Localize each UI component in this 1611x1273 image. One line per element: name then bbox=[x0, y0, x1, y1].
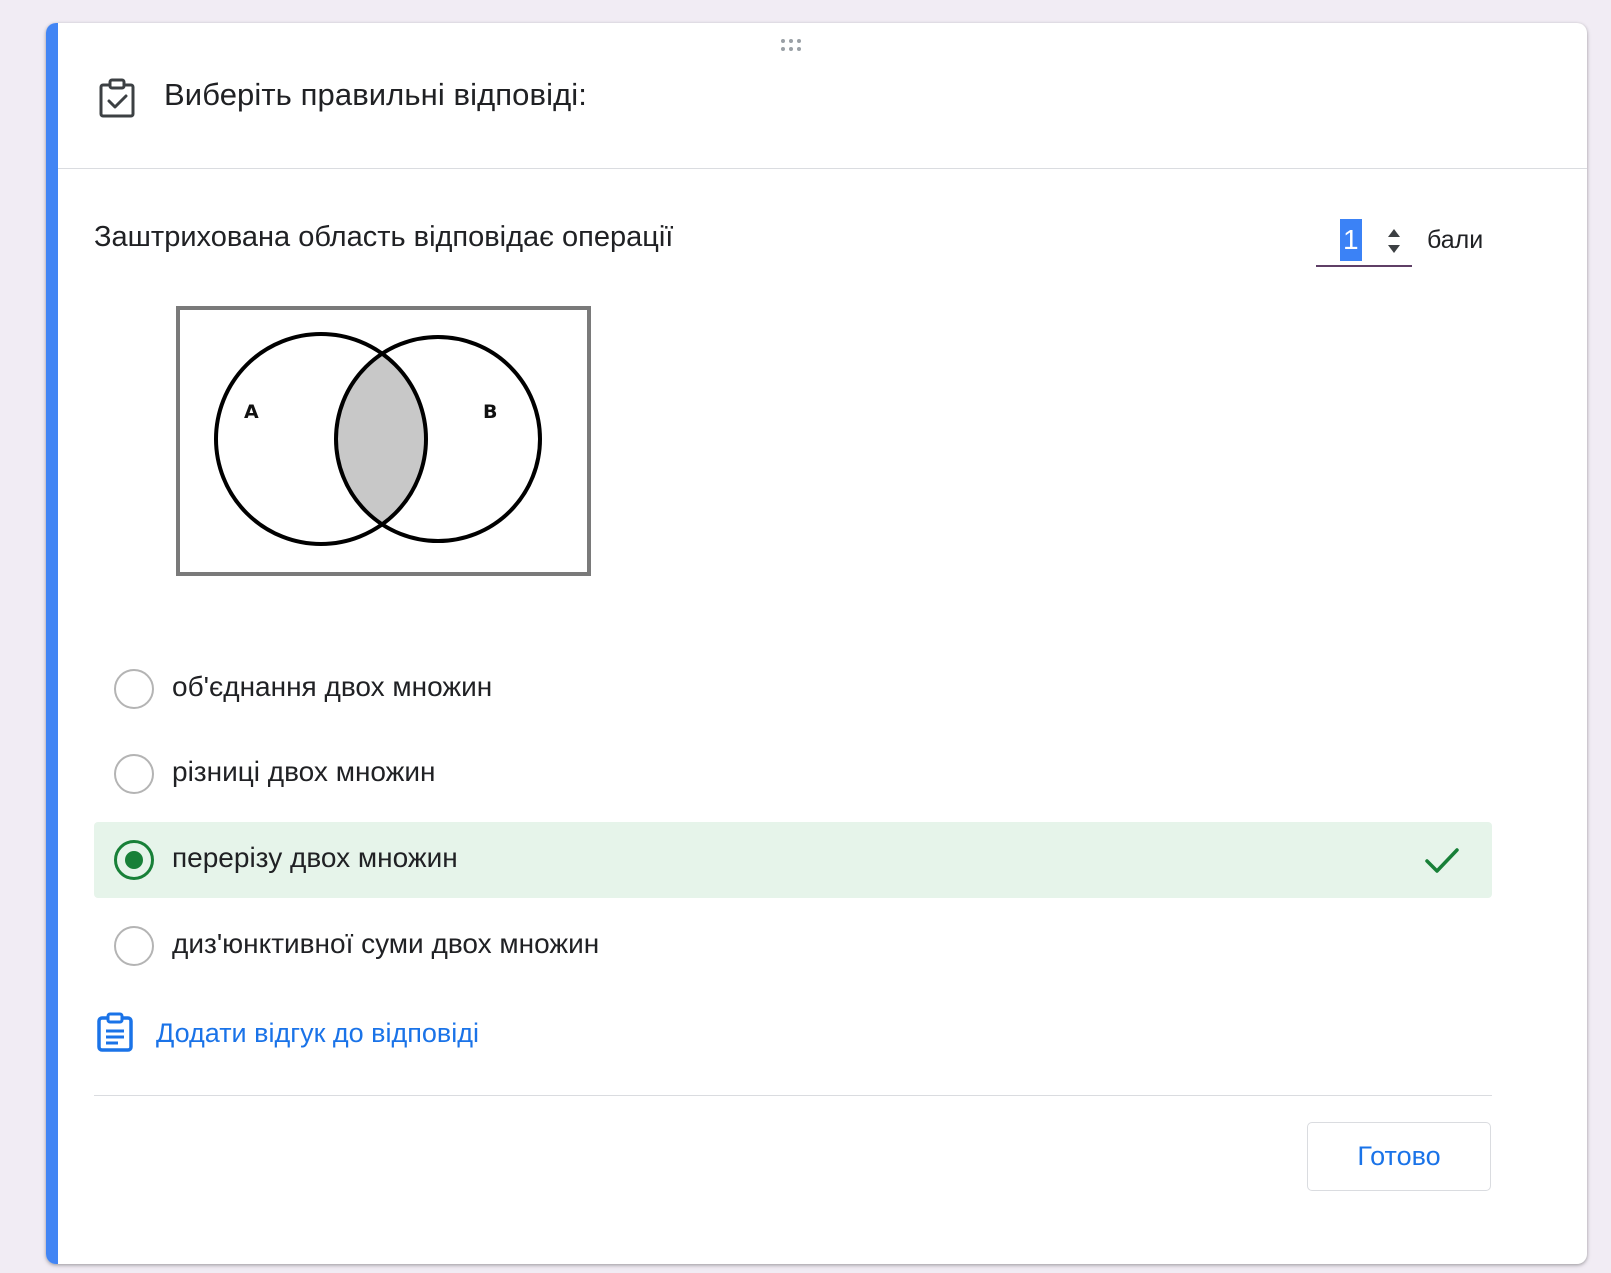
option-label: різниці двох множин bbox=[172, 756, 436, 787]
question-text: Заштрихована область відповідає операції bbox=[94, 221, 674, 253]
option-item[interactable]: диз'юнктивної суми двох множин bbox=[94, 908, 1492, 984]
add-feedback-label[interactable]: Додати відгук до відповіді bbox=[156, 1018, 479, 1049]
correct-check-icon bbox=[1422, 840, 1462, 880]
footer-divider bbox=[94, 1095, 1492, 1096]
feedback-clipboard-icon bbox=[96, 1012, 134, 1052]
option-item[interactable]: об'єднання двох множин bbox=[94, 651, 1492, 727]
done-button[interactable]: Готово bbox=[1307, 1122, 1491, 1191]
radio-button[interactable] bbox=[114, 754, 154, 794]
radio-button-selected[interactable] bbox=[114, 840, 154, 880]
radio-button[interactable] bbox=[114, 926, 154, 966]
option-label: диз'юнктивної суми двох множин bbox=[172, 928, 600, 959]
header-title: Виберіть правильні відповіді: bbox=[164, 77, 587, 112]
points-spinner-icon[interactable] bbox=[1383, 221, 1405, 261]
points-value[interactable]: 1 bbox=[1340, 219, 1362, 261]
question-card: Виберіть правильні відповіді: Заштрихова… bbox=[46, 23, 1587, 1264]
card-accent-bar bbox=[46, 23, 58, 1264]
option-label: об'єднання двох множин bbox=[172, 671, 493, 702]
venn-label-a: A bbox=[244, 401, 259, 423]
option-label: перерізу двох множин bbox=[172, 842, 458, 873]
venn-diagram-image: A B bbox=[176, 306, 591, 576]
venn-label-b: B bbox=[483, 401, 497, 423]
radio-button[interactable] bbox=[114, 669, 154, 709]
points-input[interactable]: 1 bbox=[1316, 215, 1412, 267]
option-item-correct[interactable]: перерізу двох множин bbox=[94, 822, 1492, 898]
card-header: Виберіть правильні відповіді: bbox=[58, 23, 1587, 169]
option-item[interactable]: різниці двох множин bbox=[94, 736, 1492, 812]
checklist-icon bbox=[98, 78, 136, 118]
radio-dot bbox=[125, 851, 143, 869]
points-unit-label: бали bbox=[1427, 226, 1484, 254]
points-control: 1 бали bbox=[1316, 215, 1496, 275]
